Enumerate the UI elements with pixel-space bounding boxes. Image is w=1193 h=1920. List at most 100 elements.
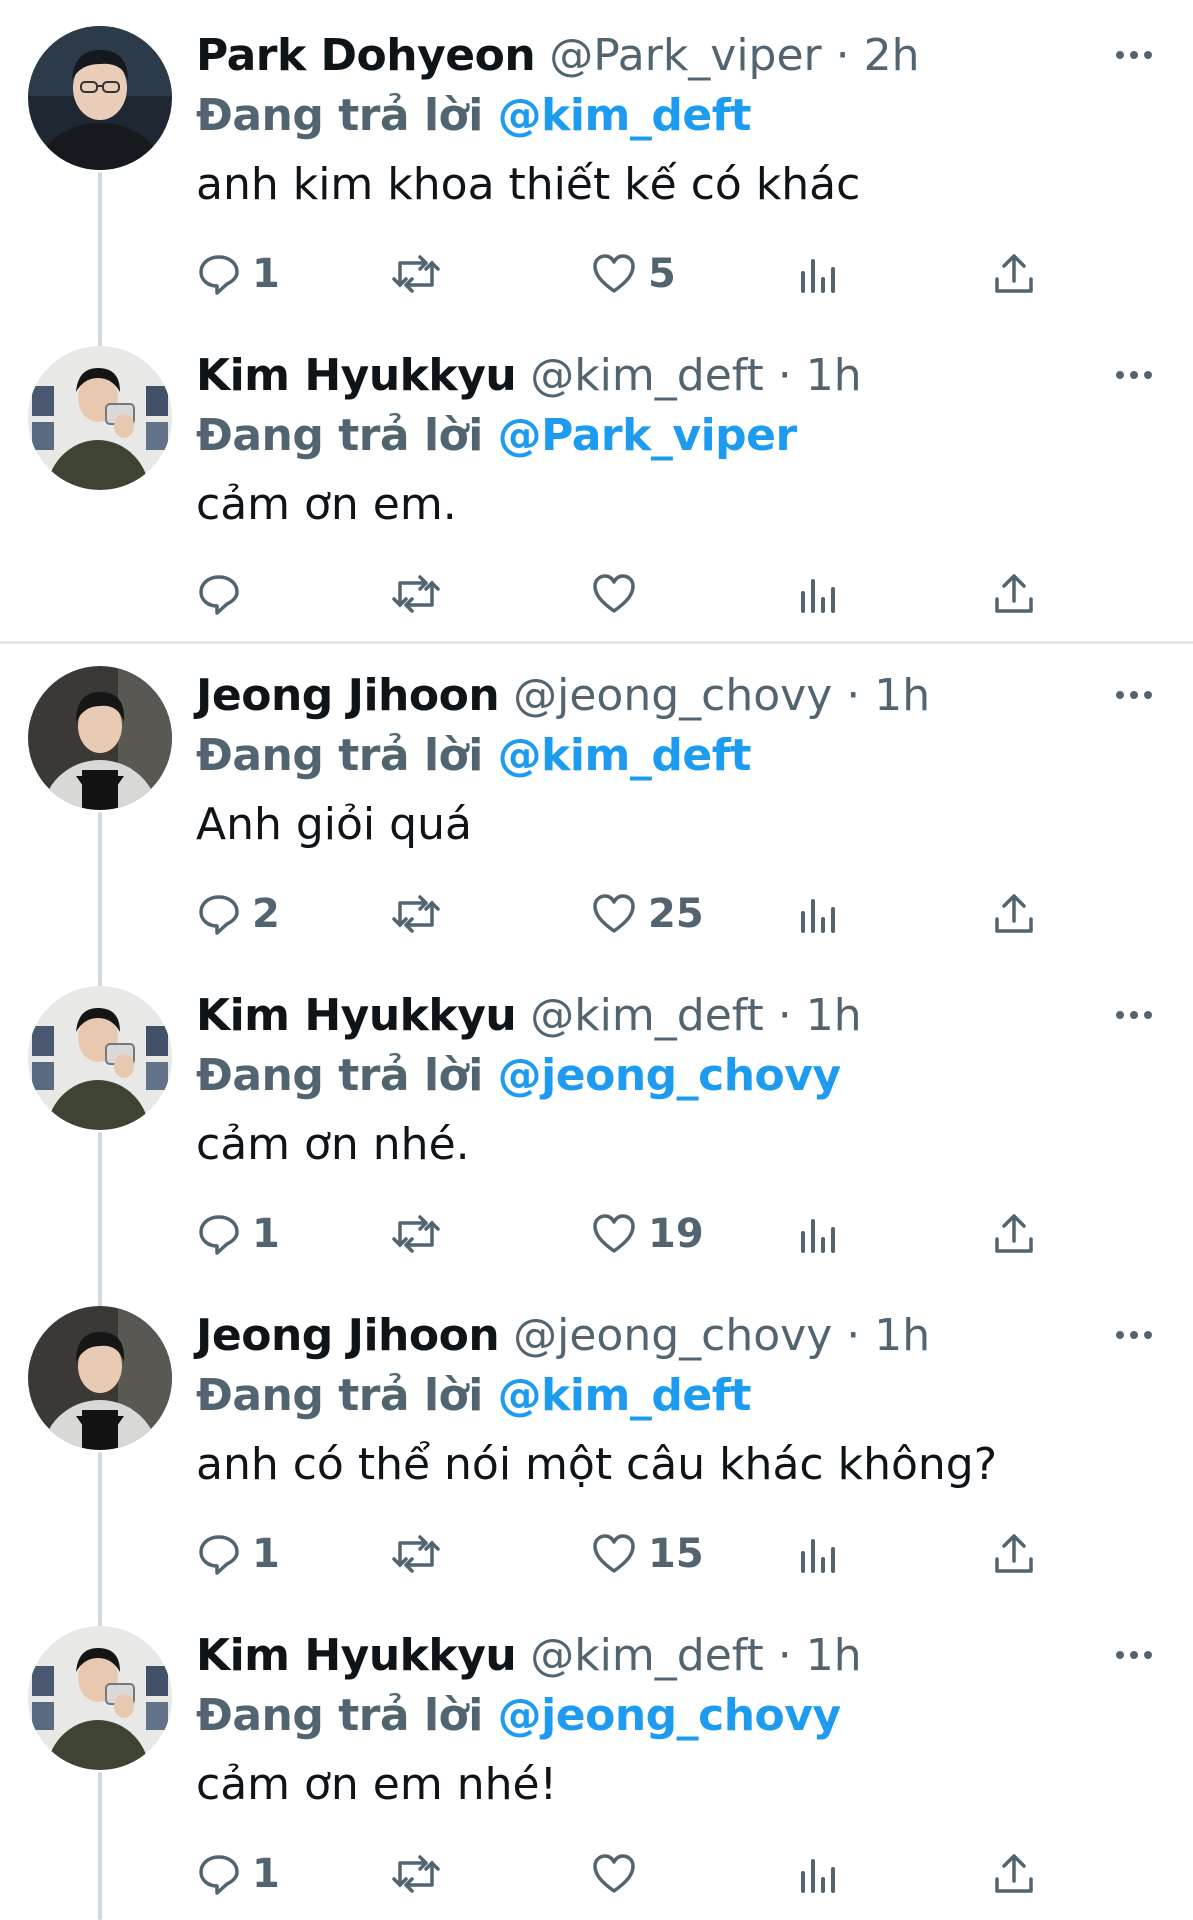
tweet-actions: 1 19: [0, 1206, 1193, 1262]
tweet[interactable]: Park Dohyeon @Park_viper · 2h Đang trả l…: [0, 0, 1193, 320]
display-name[interactable]: Jeong Jihoon: [196, 670, 500, 721]
tweet[interactable]: Kim Hyukkyu @kim_deft · 1h Đang trả lời …: [0, 960, 1193, 1280]
avatar[interactable]: [28, 666, 172, 810]
replying-to: Đang trả lời @jeong_chovy: [196, 1686, 841, 1746]
user-handle[interactable]: @kim_deft: [530, 990, 764, 1041]
avatar[interactable]: [28, 1626, 172, 1770]
like-button[interactable]: [590, 566, 648, 622]
more-dots-icon[interactable]: [1110, 1320, 1158, 1350]
display-name[interactable]: Kim Hyukkyu: [196, 350, 517, 401]
user-handle[interactable]: @jeong_chovy: [513, 1310, 832, 1361]
share-button[interactable]: [992, 1206, 1036, 1262]
views-button[interactable]: [798, 886, 838, 942]
retweet-button[interactable]: [390, 1526, 452, 1582]
like-button[interactable]: 19: [590, 1206, 704, 1262]
timestamp[interactable]: 2h: [864, 30, 920, 81]
tweet[interactable]: Kim Hyukkyu @kim_deft · 1h Đang trả lời …: [0, 320, 1193, 640]
tweet-text: Anh giỏi quá: [196, 799, 472, 850]
reply-button[interactable]: 2: [196, 886, 280, 942]
timestamp[interactable]: 1h: [874, 670, 930, 721]
user-handle[interactable]: @Park_viper: [549, 30, 821, 81]
like-button[interactable]: 5: [590, 246, 676, 302]
retweet-icon: [392, 1535, 440, 1573]
more-dots-icon[interactable]: [1110, 1640, 1158, 1670]
tweet-header: Kim Hyukkyu @kim_deft · 1h: [196, 986, 862, 1046]
heart-icon: [593, 1534, 635, 1573]
separator-dot: ·: [846, 1310, 861, 1361]
tweet[interactable]: Jeong Jihoon @jeong_chovy · 1h Đang trả …: [0, 1280, 1193, 1600]
tweet-actions: 2 25: [0, 886, 1193, 942]
reply-button[interactable]: 1: [196, 1526, 280, 1582]
avatar[interactable]: [28, 1306, 172, 1450]
replying-to-handle[interactable]: @kim_deft: [498, 730, 752, 781]
display-name[interactable]: Park Dohyeon: [196, 30, 536, 81]
more-dots-icon[interactable]: [1110, 40, 1158, 70]
replying-to-handle[interactable]: @jeong_chovy: [498, 1050, 841, 1101]
timestamp[interactable]: 1h: [806, 990, 862, 1041]
views-button[interactable]: [798, 246, 838, 302]
avatar[interactable]: [28, 986, 172, 1130]
like-count: 19: [648, 1211, 704, 1257]
views-button[interactable]: [798, 566, 838, 622]
heart-icon: [593, 1214, 635, 1253]
separator-dot: ·: [835, 30, 850, 81]
timestamp[interactable]: 1h: [806, 350, 862, 401]
share-upload-icon: [995, 1214, 1033, 1253]
user-handle[interactable]: @kim_deft: [530, 1630, 764, 1681]
retweet-icon: [392, 1215, 440, 1253]
tweet[interactable]: Kim Hyukkyu @kim_deft · 1h Đang trả lời …: [0, 1600, 1193, 1920]
user-handle[interactable]: @kim_deft: [530, 350, 764, 401]
replying-to: Đang trả lời @kim_deft: [196, 726, 751, 786]
reply-button[interactable]: 1: [196, 1846, 280, 1902]
avatar[interactable]: [28, 346, 172, 490]
user-handle[interactable]: @jeong_chovy: [513, 670, 832, 721]
retweet-button[interactable]: [390, 566, 452, 622]
tweet-header: Jeong Jihoon @jeong_chovy · 1h: [196, 666, 930, 726]
separator-dot: ·: [777, 1630, 792, 1681]
separator-dot: ·: [846, 670, 861, 721]
replying-to-label: Đang trả lời: [196, 1690, 483, 1741]
more-dots-icon[interactable]: [1110, 360, 1158, 390]
replying-to-handle[interactable]: @kim_deft: [498, 1370, 752, 1421]
retweet-button[interactable]: [390, 246, 452, 302]
share-button[interactable]: [992, 566, 1036, 622]
speech-bubble-icon: [199, 1215, 239, 1255]
speech-bubble-icon: [199, 255, 239, 295]
display-name[interactable]: Kim Hyukkyu: [196, 990, 517, 1041]
retweet-button[interactable]: [390, 1206, 452, 1262]
tweet-text: cảm ơn em.: [196, 479, 457, 530]
reply-button[interactable]: 1: [196, 1206, 280, 1262]
share-button[interactable]: [992, 1526, 1036, 1582]
views-button[interactable]: [798, 1526, 838, 1582]
retweet-button[interactable]: [390, 886, 452, 942]
like-button[interactable]: [590, 1846, 648, 1902]
tweet-actions: 1 15: [0, 1526, 1193, 1582]
timestamp[interactable]: 1h: [806, 1630, 862, 1681]
display-name[interactable]: Kim Hyukkyu: [196, 1630, 517, 1681]
replying-to-handle[interactable]: @jeong_chovy: [498, 1690, 841, 1741]
replying-to-handle[interactable]: @kim_deft: [498, 90, 752, 141]
share-button[interactable]: [992, 246, 1036, 302]
share-button[interactable]: [992, 886, 1036, 942]
reply-button[interactable]: [196, 566, 252, 622]
bar-chart-icon: [801, 1859, 835, 1893]
replying-to-label: Đang trả lời: [196, 410, 483, 461]
tweet-header: Kim Hyukkyu @kim_deft · 1h: [196, 1626, 862, 1686]
views-button[interactable]: [798, 1206, 838, 1262]
avatar[interactable]: [28, 26, 172, 170]
more-dots-icon[interactable]: [1110, 1000, 1158, 1030]
like-button[interactable]: 15: [590, 1526, 704, 1582]
retweet-icon: [392, 575, 440, 613]
views-button[interactable]: [798, 1846, 838, 1902]
like-button[interactable]: 25: [590, 886, 704, 942]
tweet[interactable]: Jeong Jihoon @jeong_chovy · 1h Đang trả …: [0, 640, 1193, 960]
timestamp[interactable]: 1h: [874, 1310, 930, 1361]
reply-button[interactable]: 1: [196, 246, 280, 302]
tweet-actions: [0, 566, 1193, 622]
more-dots-icon[interactable]: [1110, 680, 1158, 710]
share-button[interactable]: [992, 1846, 1036, 1902]
retweet-button[interactable]: [390, 1846, 452, 1902]
replying-to-handle[interactable]: @Park_viper: [498, 410, 798, 461]
heart-icon: [593, 254, 635, 293]
display-name[interactable]: Jeong Jihoon: [196, 1310, 500, 1361]
